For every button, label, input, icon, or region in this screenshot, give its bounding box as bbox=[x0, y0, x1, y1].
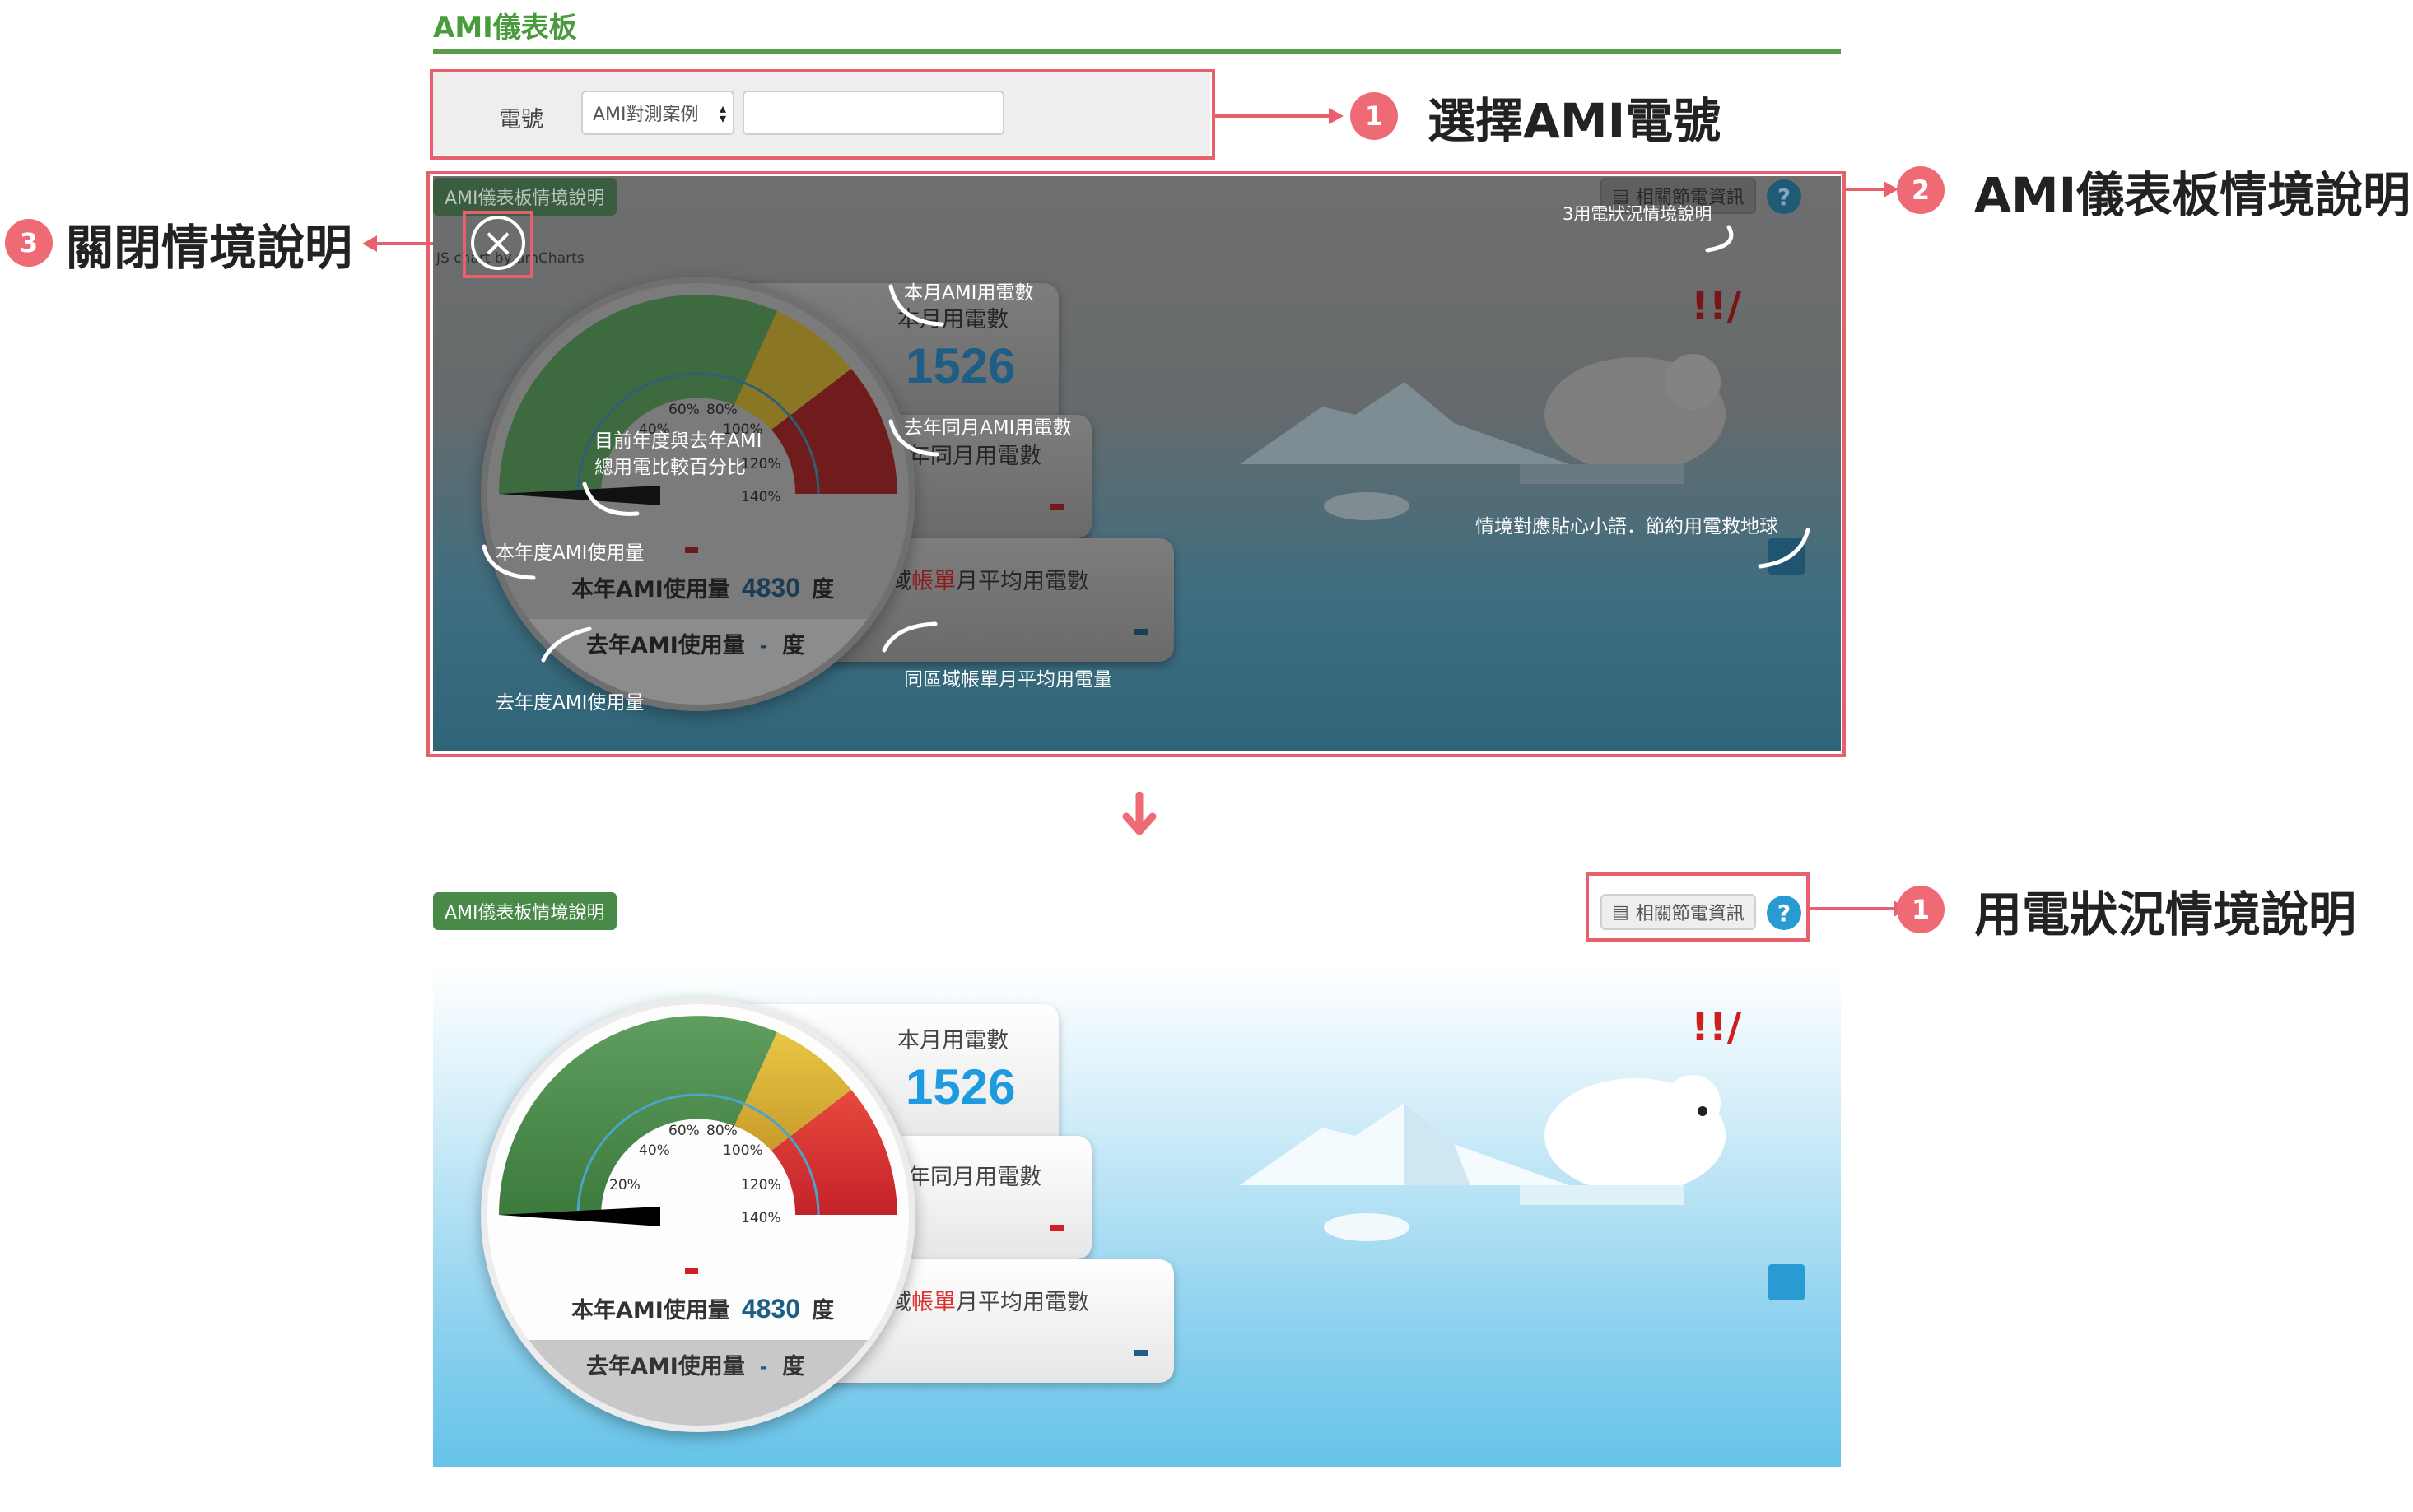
callout-line bbox=[1810, 907, 1895, 910]
callout-text-close: 關閉情境說明 bbox=[66, 220, 353, 276]
down-arrow-shape bbox=[1122, 792, 1157, 835]
gauge-tick: 100% bbox=[723, 1142, 763, 1159]
callout-badge: 1 bbox=[1350, 92, 1398, 140]
select-caret-icon: ▴ ▾ bbox=[719, 100, 726, 126]
callout-line bbox=[1215, 114, 1330, 118]
area-avg-red: 帳單 bbox=[911, 1290, 956, 1315]
gauge-tick: 80% bbox=[706, 1123, 738, 1139]
last-year-usage-unit: 度 bbox=[782, 1354, 805, 1379]
gauge-tick: 140% bbox=[741, 1210, 781, 1226]
scene-square bbox=[1768, 1264, 1805, 1300]
dashboard-panel: 本月用電數 1526 去年同月用電數 同區域帳單月平均用電數 60% 80% 4… bbox=[433, 968, 1841, 1467]
callout-badge: 2 bbox=[1897, 166, 1945, 214]
gauge-tick: 60% bbox=[668, 1123, 700, 1139]
title-divider bbox=[433, 49, 1841, 54]
this-year-usage-row: 本年AMI使用量 4830 度 bbox=[571, 1292, 834, 1324]
case-select[interactable]: AMI對測案例 ▴ ▾ bbox=[581, 91, 734, 135]
gauge: 60% 80% 40% 100% 20% 120% 140% 本年AMI使用量 … bbox=[481, 998, 915, 1432]
last-year-usage-row: 去年AMI使用量 - 度 bbox=[586, 1348, 804, 1380]
close-icon[interactable]: × bbox=[471, 216, 525, 270]
down-arrow-icon bbox=[1122, 792, 1157, 835]
this-month-value: 1526 bbox=[906, 1059, 1016, 1114]
last-year-usage-value: - bbox=[759, 1353, 768, 1379]
ice-floe bbox=[1324, 1213, 1409, 1241]
callout-badge: 3 bbox=[5, 219, 53, 267]
polar-bear-illustration bbox=[1520, 1075, 1726, 1205]
this-year-usage-unit: 度 bbox=[812, 1298, 834, 1324]
meter-number-input[interactable] bbox=[743, 91, 1004, 135]
bear-head bbox=[1665, 1075, 1721, 1131]
area-avg-suffix: 月平均用電數 bbox=[956, 1290, 1089, 1315]
page-title: AMI儀表板 bbox=[433, 12, 577, 44]
callout-badge: 1 bbox=[1897, 886, 1945, 933]
area-average-value bbox=[1134, 1350, 1148, 1356]
gauge-tick: 20% bbox=[609, 1177, 641, 1193]
iceberg-shade bbox=[1404, 1103, 1470, 1185]
arrow-right-icon bbox=[1329, 108, 1344, 124]
highlight-box-status bbox=[1586, 872, 1810, 942]
gauge-red-dash bbox=[685, 1268, 698, 1274]
last-year-usage-label: 去年AMI使用量 bbox=[586, 1354, 745, 1379]
this-year-usage-value: 4830 bbox=[741, 1294, 800, 1324]
ice-platform bbox=[1520, 1185, 1684, 1205]
this-year-usage-label: 本年AMI使用量 bbox=[571, 1298, 730, 1324]
exclamation-marks: !!/ bbox=[1691, 1004, 1742, 1050]
this-month-label: 本月用電數 bbox=[897, 1028, 1009, 1054]
last-year-month-value bbox=[1050, 1225, 1064, 1231]
callout-text-status: 用電狀況情境說明 bbox=[1974, 886, 2357, 942]
highlight-box-panel bbox=[426, 171, 1846, 757]
case-select-value: AMI對測案例 bbox=[593, 105, 699, 125]
callout-text-select: 選擇AMI電號 bbox=[1428, 93, 1721, 149]
meter-number-label: 電號 bbox=[499, 107, 543, 133]
bear-nose bbox=[1698, 1106, 1707, 1116]
callout-line bbox=[1844, 188, 1885, 191]
iceberg-illustration bbox=[1240, 1103, 1569, 1185]
scenario-button[interactable]: AMI儀表板情境說明 bbox=[433, 892, 617, 930]
gauge-tick: 120% bbox=[741, 1177, 781, 1193]
gauge-tick: 40% bbox=[639, 1142, 670, 1159]
callout-text-panel: AMI儀表板情境說明 bbox=[1974, 167, 2411, 223]
